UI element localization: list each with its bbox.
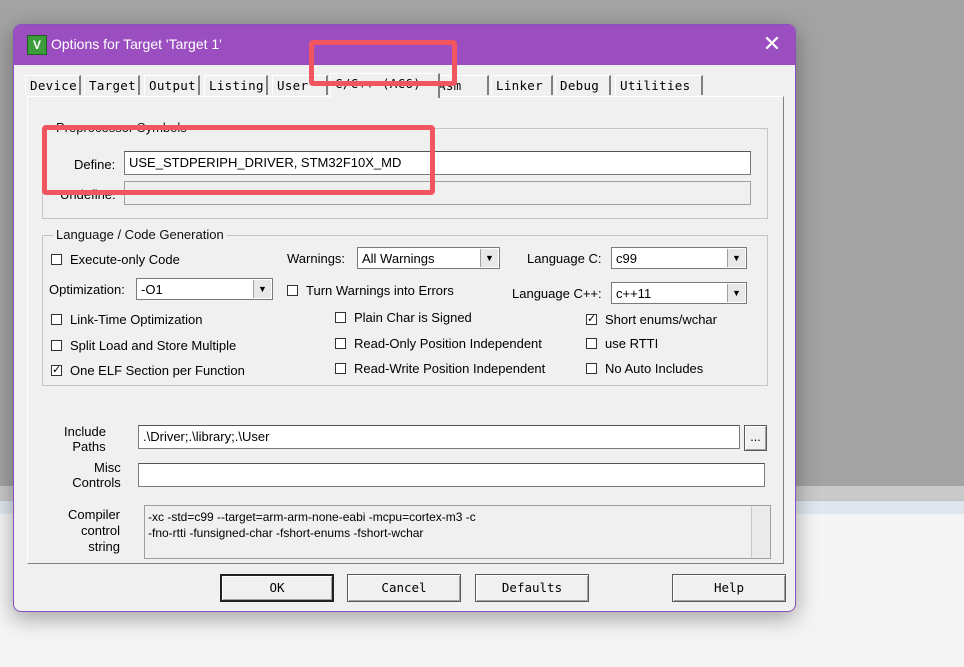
tab-user[interactable]: User xyxy=(272,75,328,95)
no-auto-checkbox[interactable]: No Auto Includes xyxy=(586,361,703,376)
window-title: Options for Target 'Target 1' xyxy=(51,36,222,52)
no-auto-box xyxy=(586,363,597,374)
warnings-label: Warnings: xyxy=(287,251,346,266)
ropi-checkbox[interactable]: Read-Only Position Independent xyxy=(335,336,542,351)
plain-char-checkbox[interactable]: Plain Char is Signed xyxy=(335,310,472,325)
warnings-value: All Warnings xyxy=(362,251,435,266)
plain-char-label: Plain Char is Signed xyxy=(354,310,472,325)
ok-button[interactable]: OK xyxy=(220,574,334,602)
help-button[interactable]: Help xyxy=(672,574,786,602)
one-elf-checkbox[interactable]: ✓ One ELF Section per Function xyxy=(51,363,245,378)
execute-only-label: Execute-only Code xyxy=(70,252,180,267)
execute-only-box xyxy=(51,254,62,265)
language-cpp-label: Language C++: xyxy=(512,286,602,301)
chevron-down-icon: ▼ xyxy=(253,280,271,298)
split-load-box xyxy=(51,340,62,351)
language-c-select[interactable]: c99 ▼ xyxy=(611,247,747,269)
tab-debug[interactable]: Debug xyxy=(555,75,611,95)
language-cpp-value: c++11 xyxy=(616,286,652,301)
misc-label: Misc Controls xyxy=(72,460,121,490)
defaults-button[interactable]: Defaults xyxy=(475,574,589,602)
title-bar[interactable]: V Options for Target 'Target 1' ✕ xyxy=(14,25,795,65)
language-c-value: c99 xyxy=(616,251,637,266)
rwpi-checkbox[interactable]: Read-Write Position Independent xyxy=(335,361,545,376)
chevron-down-icon: ▼ xyxy=(480,249,498,267)
tab-utilities[interactable]: Utilities xyxy=(615,75,703,95)
check-icon: ✓ xyxy=(51,364,62,376)
rtti-box xyxy=(586,338,597,349)
tab-linker[interactable]: Linker xyxy=(491,75,553,95)
lto-label: Link-Time Optimization xyxy=(70,312,203,327)
optimization-select[interactable]: -O1 ▼ xyxy=(136,278,273,300)
short-enums-checkbox[interactable]: ✓ Short enums/wchar xyxy=(586,312,717,327)
misc-controls-field[interactable] xyxy=(138,463,765,487)
check-icon: ✓ xyxy=(586,313,597,325)
language-c-label: Language C: xyxy=(527,251,602,266)
keil-app-icon: V xyxy=(27,35,47,55)
language-cpp-select[interactable]: c++11 ▼ xyxy=(611,282,747,304)
optimization-label: Optimization: xyxy=(49,282,125,297)
include-label: Include Paths xyxy=(64,424,106,454)
chevron-down-icon: ▼ xyxy=(727,249,745,267)
compiler-string-label: Compiler control string xyxy=(68,507,121,554)
define-field[interactable]: USE_STDPERIPH_DRIVER, STM32F10X_MD xyxy=(124,151,751,175)
include-paths-field[interactable]: .\Driver;.\library;.\User xyxy=(138,425,740,449)
turn-warnings-checkbox[interactable]: Turn Warnings into Errors xyxy=(287,283,454,298)
tab-strip: Device Target Output Listing User C/C++ … xyxy=(25,73,785,98)
scrollbar[interactable] xyxy=(751,506,770,558)
cancel-button[interactable]: Cancel xyxy=(347,574,461,602)
turn-warnings-box xyxy=(287,285,298,296)
optimization-value: -O1 xyxy=(141,282,163,297)
rwpi-box xyxy=(335,363,346,374)
codegen-legend: Language / Code Generation xyxy=(53,227,227,242)
options-dialog: V Options for Target 'Target 1' ✕ Device… xyxy=(13,24,796,612)
ropi-box xyxy=(335,338,346,349)
rtti-label: use RTTI xyxy=(605,336,659,351)
define-label: Define: xyxy=(74,157,116,172)
preprocessor-legend: Preprocessor Symbols xyxy=(53,120,190,135)
tab-panel: Preprocessor Symbols Define: USE_STDPERI… xyxy=(27,96,784,564)
close-icon[interactable]: ✕ xyxy=(761,33,783,55)
compiler-control-string[interactable]: -xc -std=c99 --target=arm-arm-none-eabi … xyxy=(144,505,771,559)
rtti-checkbox[interactable]: use RTTI xyxy=(586,336,658,351)
execute-only-checkbox[interactable]: Execute-only Code xyxy=(51,252,180,267)
ropi-label: Read-Only Position Independent xyxy=(354,336,542,351)
rwpi-label: Read-Write Position Independent xyxy=(354,361,546,376)
split-load-label: Split Load and Store Multiple xyxy=(70,338,237,353)
short-enums-label: Short enums/wchar xyxy=(605,312,717,327)
chevron-down-icon: ▼ xyxy=(727,284,745,302)
tab-device[interactable]: Device xyxy=(25,75,81,95)
tab-target[interactable]: Target xyxy=(84,75,140,95)
split-load-checkbox[interactable]: Split Load and Store Multiple xyxy=(51,338,236,353)
undefine-label: Undefine: xyxy=(60,187,116,202)
lto-checkbox[interactable]: Link-Time Optimization xyxy=(51,312,202,327)
plain-char-box xyxy=(335,312,346,323)
lto-box xyxy=(51,314,62,325)
one-elf-label: One ELF Section per Function xyxy=(70,363,245,378)
codegen-group: Language / Code Generation Execute-only … xyxy=(42,227,768,386)
undefine-field[interactable] xyxy=(124,181,751,205)
tab-c-cpp[interactable]: C/C++ (AC6) xyxy=(330,73,440,98)
browse-button[interactable]: ... xyxy=(744,425,767,451)
tab-output[interactable]: Output xyxy=(144,75,200,95)
warnings-select[interactable]: All Warnings ▼ xyxy=(357,247,500,269)
turn-warnings-label: Turn Warnings into Errors xyxy=(306,283,454,298)
preprocessor-group: Preprocessor Symbols Define: USE_STDPERI… xyxy=(42,120,768,219)
tab-asm[interactable]: Asm xyxy=(433,75,489,95)
no-auto-label: No Auto Includes xyxy=(605,361,704,376)
tab-listing[interactable]: Listing xyxy=(204,75,268,95)
